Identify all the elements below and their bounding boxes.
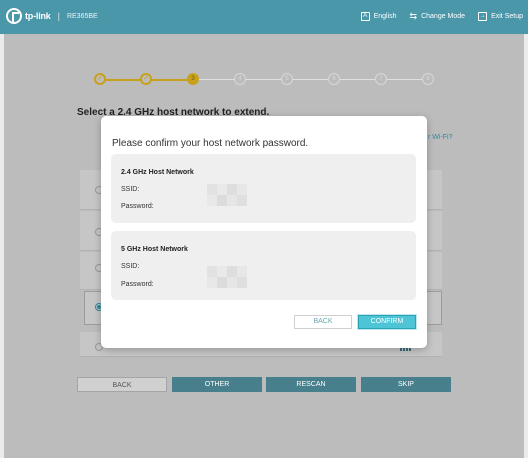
change-mode-button[interactable]: ⇆ Change Mode: [410, 11, 466, 22]
confirm-password-dialog: Please confirm your host network passwor…: [101, 116, 427, 348]
rescan-button[interactable]: RESCAN: [266, 377, 356, 392]
host-network-5g-panel: 5 GHz Host Network SSID: Password:: [111, 231, 416, 300]
language-label: English: [373, 13, 397, 20]
exit-icon: →: [478, 12, 488, 21]
step-5: 5: [281, 73, 293, 85]
header-divider: |: [57, 11, 60, 21]
tp-link-logo-icon: [6, 8, 22, 24]
step-1: ✓: [94, 73, 106, 85]
dialog-title: Please confirm your host network passwor…: [112, 138, 309, 149]
progress-steps: ✓ ✓ 3 4 5 6 7 8: [92, 72, 434, 86]
change-mode-icon: ⇆: [409, 11, 418, 21]
top-header: tp-link | RE365BE A English ⇆ Change Mod…: [0, 0, 528, 34]
host-network-2g-panel: 2.4 GHz Host Network SSID: Password:: [111, 154, 416, 223]
step-2: ✓: [140, 73, 152, 85]
dialog-back-button[interactable]: BACK: [294, 315, 352, 329]
brand-logo: tp-link | RE365BE: [6, 8, 98, 24]
redacted-value: [207, 266, 247, 288]
back-button[interactable]: BACK: [77, 377, 167, 392]
step-8: 8: [422, 73, 434, 85]
network-title: 2.4 GHz Host Network: [121, 169, 194, 176]
ssid-label: SSID:: [121, 186, 140, 193]
hidden-wifi-link[interactable]: r Wi-Fi?: [428, 134, 453, 141]
password-label: Password:: [121, 203, 154, 210]
exit-setup-label: Exit Setup: [491, 13, 523, 20]
network-title: 5 GHz Host Network: [121, 246, 188, 253]
step-3: 3: [187, 73, 199, 85]
other-button[interactable]: OTHER: [172, 377, 262, 392]
model-name: RE365BE: [66, 12, 98, 20]
skip-button[interactable]: SKIP: [361, 377, 451, 392]
redacted-value: [207, 184, 247, 206]
step-7: 7: [375, 73, 387, 85]
exit-setup-button[interactable]: → Exit Setup: [478, 12, 523, 21]
change-mode-label: Change Mode: [421, 13, 466, 20]
ssid-label: SSID:: [121, 263, 140, 270]
brand-name: tp-link: [25, 11, 51, 21]
language-button[interactable]: A English: [360, 12, 397, 21]
language-icon: A: [360, 12, 370, 21]
header-actions: A English ⇆ Change Mode → Exit Setup: [360, 11, 523, 22]
dialog-confirm-button[interactable]: CONFIRM: [358, 315, 416, 329]
step-4: 4: [234, 73, 246, 85]
password-label: Password:: [121, 281, 154, 288]
step-6: 6: [328, 73, 340, 85]
